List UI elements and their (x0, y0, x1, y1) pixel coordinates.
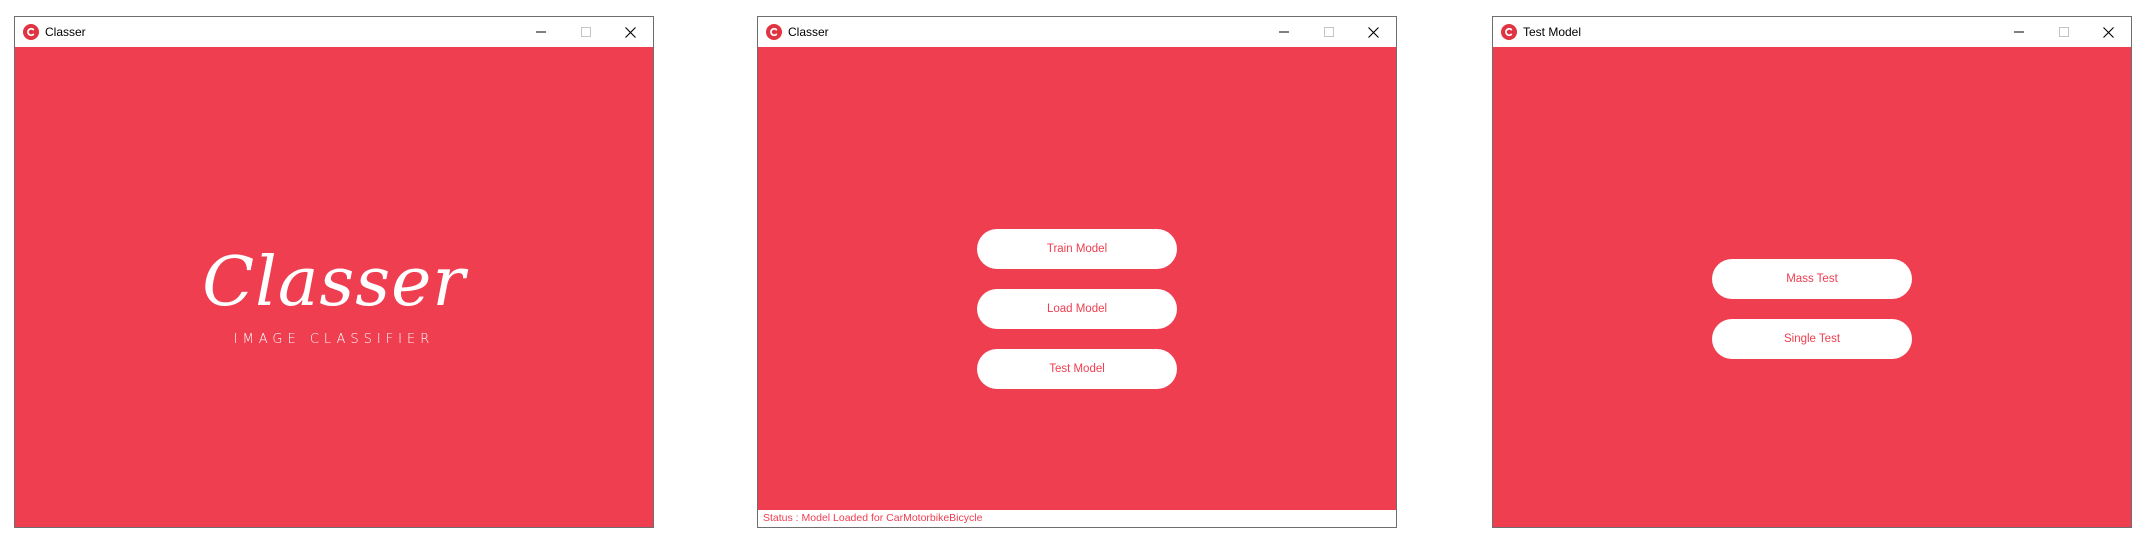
splash-window: Classer Classer IMAGE CLASSIFIER (14, 16, 654, 528)
minimize-button[interactable] (1996, 17, 2041, 47)
close-button[interactable] (608, 17, 653, 47)
maximize-button[interactable] (563, 17, 608, 47)
single-test-button[interactable]: Single Test (1712, 319, 1912, 359)
maximize-icon (580, 27, 591, 37)
window-title: Classer (45, 25, 86, 39)
status-bar: Status : Model Loaded for CarMotorbikeBi… (758, 510, 1396, 527)
minimize-button[interactable] (518, 17, 563, 47)
app-logo-icon (1501, 24, 1517, 40)
title-bar[interactable]: Classer (15, 17, 653, 47)
app-logo-icon (23, 24, 39, 40)
logo-tagline: IMAGE CLASSIFIER (233, 332, 435, 347)
window-title: Classer (788, 25, 829, 39)
main-content: Train Model Load Model Test Model Status… (758, 47, 1396, 527)
minimize-icon (2013, 31, 2024, 33)
close-icon (1368, 26, 1379, 38)
title-bar[interactable]: Classer (758, 17, 1396, 47)
maximize-icon (2058, 27, 2069, 37)
logo-wordmark: Classer (202, 243, 466, 322)
title-bar[interactable]: Test Model (1493, 17, 2131, 47)
close-button[interactable] (2086, 17, 2131, 47)
close-button[interactable] (1351, 17, 1396, 47)
window-title: Test Model (1523, 25, 1582, 39)
train-model-button[interactable]: Train Model (977, 229, 1177, 269)
logo: Classer IMAGE CLASSIFIER (15, 243, 653, 347)
main-window: Classer Train Model Load Model Test Mode… (757, 16, 1397, 528)
close-icon (2103, 26, 2114, 38)
test-content: Mass Test Single Test (1493, 47, 2131, 527)
mass-test-button[interactable]: Mass Test (1712, 259, 1912, 299)
minimize-icon (535, 31, 546, 33)
test-model-button[interactable]: Test Model (977, 349, 1177, 389)
test-model-window: Test Model Mass Test Single Test (1492, 16, 2132, 528)
minimize-button[interactable] (1261, 17, 1306, 47)
splash-content: Classer IMAGE CLASSIFIER (15, 47, 653, 527)
minimize-icon (1278, 31, 1289, 33)
maximize-button[interactable] (2041, 17, 2086, 47)
load-model-button[interactable]: Load Model (977, 289, 1177, 329)
app-logo-icon (766, 24, 782, 40)
close-icon (625, 26, 636, 38)
maximize-button[interactable] (1306, 17, 1351, 47)
maximize-icon (1323, 27, 1334, 37)
